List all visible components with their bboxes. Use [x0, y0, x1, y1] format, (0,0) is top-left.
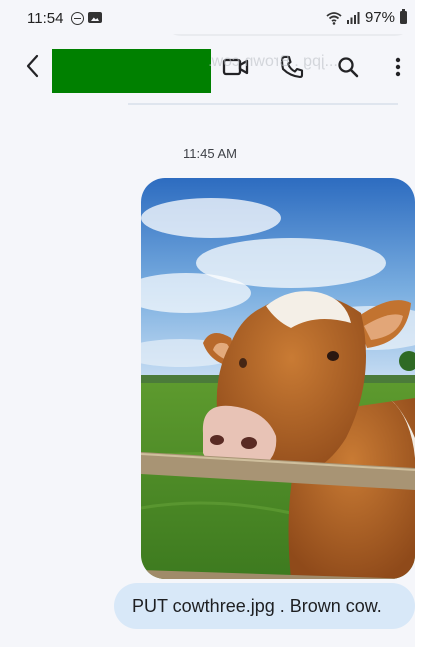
back-arrow-icon	[26, 54, 39, 78]
divider-line	[128, 103, 398, 105]
more-vertical-icon	[395, 57, 401, 77]
more-options-button[interactable]	[382, 51, 414, 83]
battery-icon	[400, 9, 407, 24]
wifi-icon	[326, 11, 342, 25]
screen-edge	[415, 0, 429, 647]
ghost-caption-text: ...jpg . Brown cow.	[208, 53, 338, 70]
status-bar: 11:54 97%	[0, 0, 429, 34]
gallery-icon	[88, 12, 102, 23]
back-button[interactable]	[17, 50, 49, 82]
do-not-disturb-icon	[71, 12, 84, 25]
status-time: 11:54	[27, 10, 64, 27]
signal-icon	[346, 11, 360, 24]
image-caption-bubble[interactable]: PUT cowthree.jpg . Brown cow.	[114, 583, 415, 629]
message-timestamp: 11:45 AM	[183, 146, 237, 161]
battery-level: 97%	[364, 9, 395, 26]
contact-name-block[interactable]	[52, 49, 211, 93]
status-right-group: 97%	[326, 9, 407, 26]
cow-photo	[141, 178, 415, 579]
image-message[interactable]	[141, 178, 415, 579]
search-icon	[338, 57, 359, 78]
